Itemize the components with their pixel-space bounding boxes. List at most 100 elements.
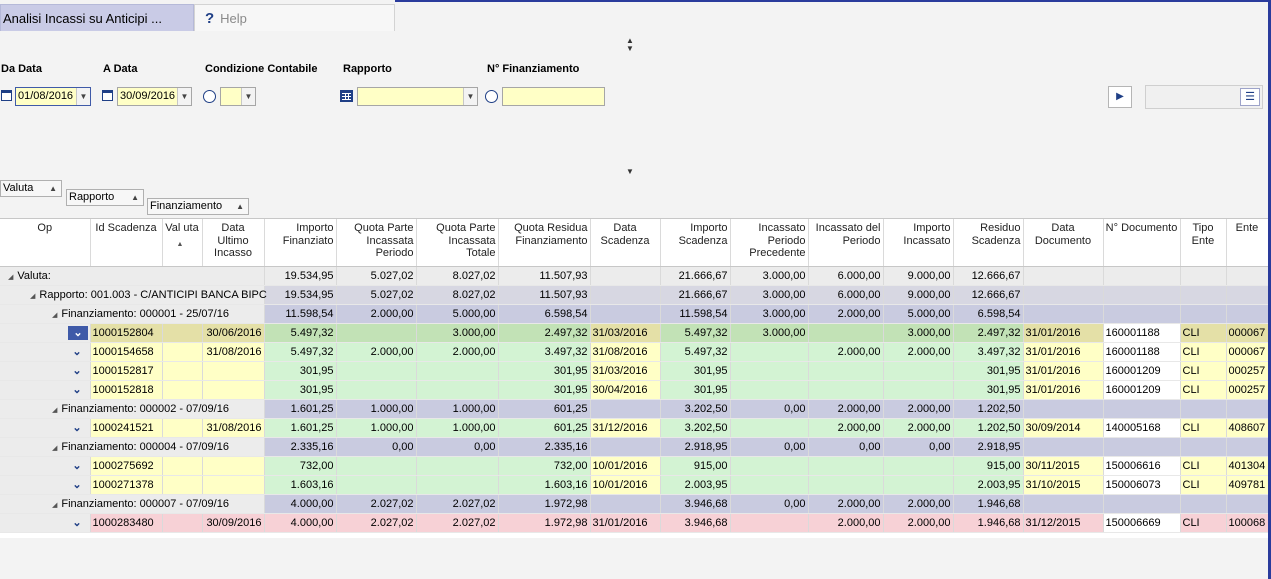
data-ultimo-incasso-cell	[202, 456, 265, 476]
chevron-down-icon[interactable]: ⌄	[68, 345, 86, 358]
chevron-down-icon[interactable]: ⌄	[68, 325, 88, 340]
op-cell[interactable]: ⌄	[0, 475, 91, 495]
op-cell[interactable]: ⌄	[0, 342, 91, 362]
column-header[interactable]: Residuo Scadenza	[953, 219, 1024, 267]
n-finanziamento-field[interactable]	[502, 87, 605, 106]
empty-cell	[1226, 285, 1268, 305]
column-header[interactable]: Op	[0, 219, 91, 267]
data-documento-cell: 31/01/2016	[1023, 342, 1104, 362]
table-row[interactable]: ⌄ 1000152817 301,95 301,95 31/03/2016 301,95 3…	[0, 361, 1268, 381]
value-cell	[730, 361, 809, 381]
results-grid[interactable]: Op Id Scadenza Val uta ▲ Data Ultimo Incass…	[0, 218, 1268, 538]
da-data-field[interactable]: 01/08/2016 ▼	[15, 87, 91, 106]
grid-icon[interactable]	[340, 90, 353, 102]
sort-asc-icon: ▲	[49, 184, 57, 193]
table-row[interactable]: ⌄ 1000152804 30/06/2016 5.497,32 3.000,00 2.4…	[0, 323, 1268, 343]
value-cell	[730, 380, 809, 400]
valuta-cell	[162, 475, 203, 495]
tab-help[interactable]: ? Help	[194, 4, 395, 31]
column-header[interactable]: Ente	[1226, 219, 1268, 267]
column-header[interactable]: Id Scadenza	[90, 219, 163, 267]
collapse-panel-icon[interactable]: ▲ ▼	[626, 37, 634, 53]
column-header[interactable]: Data Ultimo Incasso	[202, 219, 265, 267]
chevron-down-icon[interactable]: ⌄	[68, 516, 86, 529]
calendar-icon[interactable]	[102, 90, 113, 101]
column-header[interactable]: Data Scadenza	[590, 219, 661, 267]
condizione-radio[interactable]	[203, 90, 216, 103]
column-header[interactable]: Importo Finanziato	[264, 219, 337, 267]
chevron-down-icon[interactable]: ⌄	[68, 478, 86, 491]
chevron-down-icon[interactable]: ⌄	[68, 459, 86, 472]
finanziamento-radio[interactable]	[485, 90, 498, 103]
op-cell[interactable]: ⌄	[0, 513, 91, 533]
group-chip-rapporto[interactable]: Rapporto ▲	[66, 189, 144, 206]
n-documento-cell: 150006669	[1103, 513, 1181, 533]
table-row[interactable]: ⌄ 1000152818 301,95 301,95 30/04/2016 301,95 3…	[0, 380, 1268, 400]
value-cell: 301,95	[498, 361, 591, 381]
op-cell[interactable]: ⌄	[0, 418, 91, 438]
group-chip-finanziamento[interactable]: Finanziamento ▲	[147, 198, 249, 215]
table-row[interactable]: ◢ Finanziamento: 000007 - 07/09/16 4.000,0…	[0, 494, 1268, 514]
table-row[interactable]: ◢ Finanziamento: 000002 - 07/09/16 1.601,2…	[0, 399, 1268, 419]
table-row[interactable]: ◢ Finanziamento: 000004 - 07/09/16 2.335,1…	[0, 437, 1268, 457]
run-button[interactable]: ▶	[1108, 86, 1132, 108]
group-chip-valuta[interactable]: Valuta ▲	[0, 180, 62, 197]
column-header[interactable]: Incassato Periodo Precedente	[730, 219, 809, 267]
rapporto-select[interactable]: ▼	[357, 87, 478, 106]
chevron-down-icon[interactable]: ▼	[463, 88, 477, 105]
value-cell	[730, 418, 809, 438]
value-cell	[883, 475, 954, 495]
collapse-icon[interactable]: ◢	[8, 274, 13, 281]
a-data-field[interactable]: 30/09/2016 ▼	[117, 87, 192, 106]
value-cell: 3.202,50	[660, 418, 731, 438]
n-documento-cell: 150006616	[1103, 456, 1181, 476]
expand-panel-icon[interactable]: ▼	[626, 168, 634, 176]
column-header[interactable]: Quota Parte Incassata Totale	[416, 219, 499, 267]
chevron-down-icon[interactable]: ⌄	[68, 364, 86, 377]
column-header[interactable]: Importo Incassato	[883, 219, 954, 267]
chevron-down-icon[interactable]: ▼	[177, 88, 191, 105]
op-cell[interactable]: ⌄	[0, 456, 91, 476]
column-header[interactable]: Tipo Ente	[1180, 219, 1227, 267]
collapse-icon[interactable]: ◢	[52, 502, 57, 509]
table-row[interactable]: ⌄ 1000271378 1.603,16 1.603,16 10/01/2016 2.0…	[0, 475, 1268, 495]
grid-header: Op Id Scadenza Val uta ▲ Data Ultimo Incass…	[0, 219, 1268, 267]
column-header[interactable]: Incassato del Periodo	[808, 219, 884, 267]
collapse-icon[interactable]: ◢	[30, 293, 35, 300]
column-header[interactable]: Data Documento	[1023, 219, 1104, 267]
chevron-down-icon[interactable]: ⌄	[68, 383, 86, 396]
table-row[interactable]: ◢ Valuta: 19.534,95 5.027,02 8.027,02 11.507,…	[0, 266, 1268, 286]
list-icon[interactable]: ☰	[1240, 88, 1260, 106]
group-total-cell: 3.000,00	[730, 304, 809, 324]
group-total-cell: 2.335,16	[264, 437, 337, 457]
chevron-down-icon[interactable]: ▼	[241, 88, 255, 105]
calendar-icon[interactable]	[1, 90, 12, 101]
table-row[interactable]: ◢ Finanziamento: 000001 - 25/07/16 11.598,…	[0, 304, 1268, 324]
collapse-icon[interactable]: ◢	[52, 445, 57, 452]
tab-analisi-incassi[interactable]: Analisi Incassi su Anticipi ...	[0, 4, 194, 31]
a-data-label: A Data	[103, 63, 138, 75]
table-row[interactable]: ⌄ 1000241521 31/08/2016 1.601,25 1.000,00 1.0…	[0, 418, 1268, 438]
table-row[interactable]: ⌄ 1000283480 30/09/2016 4.000,00 2.027,02 2.0…	[0, 513, 1268, 533]
column-header[interactable]: Val uta ▲	[162, 219, 203, 267]
group-total-cell: 8.027,02	[416, 285, 499, 305]
column-header[interactable]: Quota Parte Incassata Periodo	[336, 219, 417, 267]
empty-area	[0, 538, 1268, 579]
collapse-icon[interactable]: ◢	[52, 407, 57, 414]
table-row[interactable]: ⌄ 1000154658 31/08/2016 5.497,32 2.000,00 2.0…	[0, 342, 1268, 362]
column-header[interactable]: N° Documento	[1103, 219, 1181, 267]
op-cell[interactable]: ⌄	[0, 361, 91, 381]
column-header[interactable]: Quota Residua Finanziamento	[498, 219, 591, 267]
chevron-down-icon[interactable]: ⌄	[68, 421, 86, 434]
data-ultimo-incasso-cell: 31/08/2016	[202, 418, 265, 438]
collapse-icon[interactable]: ◢	[52, 312, 57, 319]
layout-selector[interactable]: ☰	[1145, 85, 1263, 109]
condizione-contabile-select[interactable]: ▼	[220, 87, 256, 106]
group-total-cell: 11.598,54	[264, 304, 337, 324]
column-header[interactable]: Importo Scadenza	[660, 219, 731, 267]
chevron-down-icon[interactable]: ▼	[76, 88, 90, 105]
op-cell[interactable]: ⌄	[0, 380, 91, 400]
table-row[interactable]: ⌄ 1000275692 732,00 732,00 10/01/2016 915,00 9…	[0, 456, 1268, 476]
table-row[interactable]: ◢ Rapporto: 001.003 - C/ANTICIPI BANCA BI…	[0, 285, 1268, 305]
op-cell[interactable]: ⌄	[0, 323, 91, 343]
